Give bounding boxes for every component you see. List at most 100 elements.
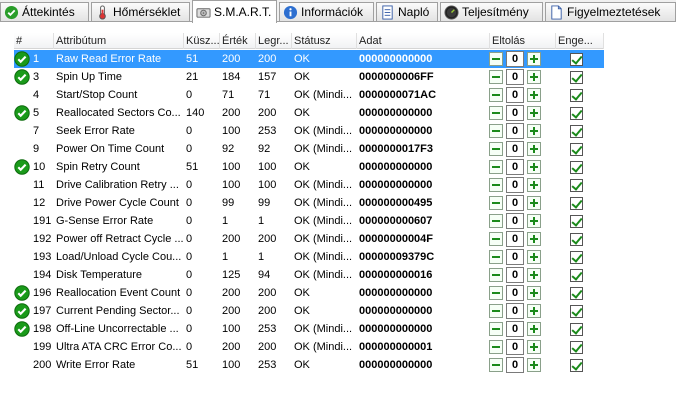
offset-decrement-button[interactable] [489, 142, 503, 156]
offset-value[interactable]: 0 [506, 339, 524, 355]
table-row[interactable]: 12 Drive Power Cycle Count 0 99 99 OK (Mindi.… [14, 194, 604, 212]
table-row[interactable]: 10 Spin Retry Count 51 100 100 OK 000000000000… [14, 158, 604, 176]
enabled-checkbox[interactable] [570, 197, 583, 210]
offset-value[interactable]: 0 [506, 231, 524, 247]
enabled-checkbox[interactable] [570, 89, 583, 102]
offset-increment-button[interactable] [527, 88, 541, 102]
offset-increment-button[interactable] [527, 142, 541, 156]
offset-value[interactable]: 0 [506, 357, 524, 373]
enabled-checkbox[interactable] [570, 233, 583, 246]
table-row[interactable]: 194 Disk Temperature 0 125 94 OK (Mindi... 000… [14, 266, 604, 284]
table-row[interactable]: 199 Ultra ATA CRC Error Co... 0 200 200 OK (M… [14, 338, 604, 356]
offset-decrement-button[interactable] [489, 124, 503, 138]
col-header-status[interactable]: Státusz [292, 33, 357, 49]
col-header-worst[interactable]: Legr... [256, 33, 292, 49]
col-header-attribute[interactable]: Attribútum [54, 33, 184, 49]
offset-value[interactable]: 0 [506, 303, 524, 319]
offset-increment-button[interactable] [527, 160, 541, 174]
col-header-offset[interactable]: Eltolás [490, 33, 556, 49]
offset-decrement-button[interactable] [489, 232, 503, 246]
enabled-checkbox[interactable] [570, 179, 583, 192]
enabled-checkbox[interactable] [570, 143, 583, 156]
tab-information[interactable]: Információk [279, 2, 374, 21]
table-row[interactable]: 9 Power On Time Count 0 92 92 OK (Mindi... 000… [14, 140, 604, 158]
tab-temperature[interactable]: Hőmérséklet [91, 2, 190, 21]
offset-decrement-button[interactable] [489, 286, 503, 300]
offset-decrement-button[interactable] [489, 304, 503, 318]
tab-smart[interactable]: S.M.A.R.T. [192, 0, 277, 23]
offset-value[interactable]: 0 [506, 87, 524, 103]
offset-value[interactable]: 0 [506, 69, 524, 85]
offset-increment-button[interactable] [527, 304, 541, 318]
offset-increment-button[interactable] [527, 286, 541, 300]
table-row[interactable]: 1 Raw Read Error Rate 51 200 200 OK 0000000000… [14, 50, 604, 68]
table-row[interactable]: 11 Drive Calibration Retry ... 0 100 100 OK (… [14, 176, 604, 194]
table-row[interactable]: 198 Off-Line Uncorrectable ... 0 100 253 OK (… [14, 320, 604, 338]
offset-value[interactable]: 0 [506, 249, 524, 265]
enabled-checkbox[interactable] [570, 215, 583, 228]
offset-decrement-button[interactable] [489, 250, 503, 264]
enabled-checkbox[interactable] [570, 161, 583, 174]
tab-overview[interactable]: Áttekintés [0, 2, 89, 21]
offset-increment-button[interactable] [527, 340, 541, 354]
enabled-checkbox[interactable] [570, 125, 583, 138]
offset-increment-button[interactable] [527, 214, 541, 228]
offset-increment-button[interactable] [527, 358, 541, 372]
offset-increment-button[interactable] [527, 196, 541, 210]
enabled-checkbox[interactable] [570, 359, 583, 372]
offset-decrement-button[interactable] [489, 214, 503, 228]
enabled-checkbox[interactable] [570, 305, 583, 318]
offset-decrement-button[interactable] [489, 358, 503, 372]
tab-log[interactable]: Napló [376, 2, 438, 21]
enabled-checkbox[interactable] [570, 287, 583, 300]
offset-increment-button[interactable] [527, 178, 541, 192]
col-header-enabled[interactable]: Enge... [556, 33, 604, 49]
offset-decrement-button[interactable] [489, 106, 503, 120]
col-header-data[interactable]: Adat [357, 33, 490, 49]
table-row[interactable]: 5 Reallocated Sectors Co... 140 200 200 OK 000… [14, 104, 604, 122]
table-row[interactable]: 3 Spin Up Time 21 184 157 OK 0000000006FF 0 [14, 68, 604, 86]
offset-value[interactable]: 0 [506, 267, 524, 283]
offset-decrement-button[interactable] [489, 322, 503, 336]
offset-decrement-button[interactable] [489, 52, 503, 66]
col-header-threshold[interactable]: Küsz... [184, 33, 220, 49]
offset-increment-button[interactable] [527, 232, 541, 246]
table-row[interactable]: 191 G-Sense Error Rate 0 1 1 OK (Mindi... 0000… [14, 212, 604, 230]
offset-increment-button[interactable] [527, 124, 541, 138]
table-row[interactable]: 196 Reallocation Event Count 0 200 200 OK 0000… [14, 284, 604, 302]
offset-value[interactable]: 0 [506, 123, 524, 139]
offset-decrement-button[interactable] [489, 70, 503, 84]
table-row[interactable]: 192 Power off Retract Cycle ... 0 200 200 OK … [14, 230, 604, 248]
offset-value[interactable]: 0 [506, 51, 524, 67]
offset-increment-button[interactable] [527, 250, 541, 264]
table-row[interactable]: 193 Load/Unload Cycle Cou... 0 1 1 OK (Mindi.… [14, 248, 604, 266]
enabled-checkbox[interactable] [570, 71, 583, 84]
offset-decrement-button[interactable] [489, 160, 503, 174]
offset-decrement-button[interactable] [489, 178, 503, 192]
offset-value[interactable]: 0 [506, 159, 524, 175]
offset-value[interactable]: 0 [506, 321, 524, 337]
offset-increment-button[interactable] [527, 70, 541, 84]
offset-increment-button[interactable] [527, 268, 541, 282]
enabled-checkbox[interactable] [570, 323, 583, 336]
table-row[interactable]: 4 Start/Stop Count 0 71 71 OK (Mindi... 000000… [14, 86, 604, 104]
offset-value[interactable]: 0 [506, 213, 524, 229]
offset-decrement-button[interactable] [489, 88, 503, 102]
table-row[interactable]: 197 Current Pending Sector... 0 200 200 OK 000… [14, 302, 604, 320]
enabled-checkbox[interactable] [570, 53, 583, 66]
offset-value[interactable]: 0 [506, 177, 524, 193]
offset-decrement-button[interactable] [489, 340, 503, 354]
offset-value[interactable]: 0 [506, 195, 524, 211]
enabled-checkbox[interactable] [570, 269, 583, 282]
enabled-checkbox[interactable] [570, 251, 583, 264]
offset-increment-button[interactable] [527, 52, 541, 66]
offset-increment-button[interactable] [527, 322, 541, 336]
enabled-checkbox[interactable] [570, 341, 583, 354]
col-header-id[interactable]: # [14, 33, 54, 49]
offset-value[interactable]: 0 [506, 105, 524, 121]
table-row[interactable]: 7 Seek Error Rate 0 100 253 OK (Mindi... 00000… [14, 122, 604, 140]
offset-increment-button[interactable] [527, 106, 541, 120]
offset-decrement-button[interactable] [489, 268, 503, 282]
tab-performance[interactable]: Teljesítmény [440, 2, 543, 21]
col-header-value[interactable]: Érték [220, 33, 256, 49]
